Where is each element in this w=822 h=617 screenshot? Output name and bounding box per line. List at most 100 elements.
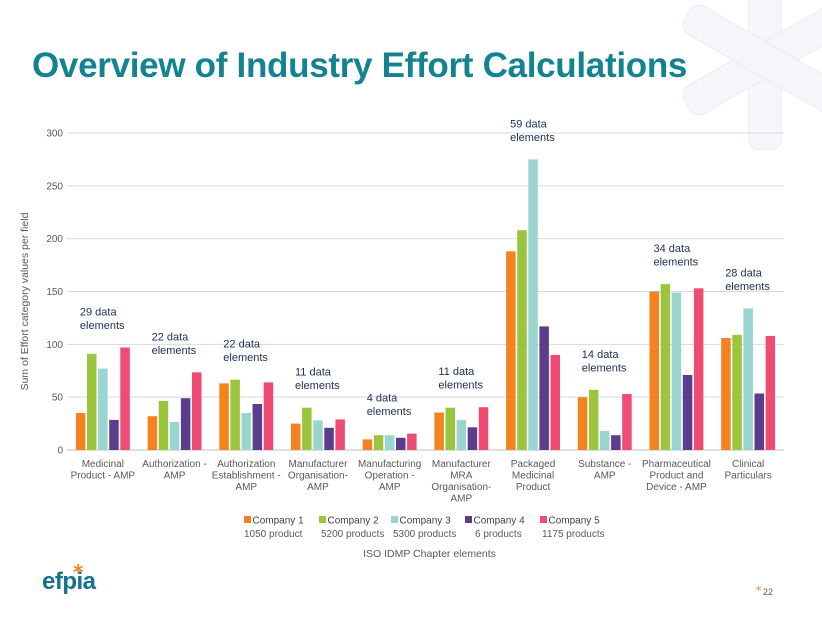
data-elements-annotation: 22 data: [152, 331, 190, 343]
bar-company-5: [765, 335, 776, 450]
bar-company-2: [517, 230, 527, 450]
x-tick-label: Clinical: [732, 459, 764, 470]
bar-company-5: [192, 372, 202, 450]
bar-company-1: [75, 413, 86, 450]
bar-company-1: [147, 416, 158, 450]
data-elements-annotation: elements: [152, 345, 197, 357]
data-elements-annotation: elements: [725, 281, 770, 293]
x-tick-label: Operation -: [365, 471, 415, 482]
legend-product-count: 1050 product: [244, 529, 303, 540]
bar-company-5: [407, 433, 417, 450]
bar-company-1: [649, 291, 659, 450]
x-tick-label: Packaged: [511, 459, 555, 470]
legend-label: Company 3: [400, 516, 452, 527]
bar-company-2: [302, 407, 312, 450]
data-elements-annotation: 34 data: [654, 243, 692, 255]
x-tick-label: Authorization: [217, 459, 275, 470]
y-axis-label: Sum of Effort category values per field: [19, 212, 31, 390]
legend-label: Company 2: [328, 516, 380, 527]
bar-company-1: [506, 251, 516, 450]
x-tick-label: MRA: [450, 471, 473, 482]
bar-company-4: [467, 427, 478, 450]
legend-product-count: 1175 products: [542, 529, 605, 540]
bar-company-3: [600, 431, 610, 450]
bar-company-1: [362, 439, 373, 450]
x-tick-label: AMP: [164, 471, 186, 482]
bar-company-3: [743, 308, 753, 450]
x-tick-label: Organisation-: [431, 482, 491, 493]
bar-company-2: [588, 389, 599, 450]
bar-company-4: [324, 427, 334, 450]
bar-company-5: [622, 394, 632, 450]
legend-label: Company 1: [253, 516, 305, 527]
x-tick-label: AMP: [307, 482, 329, 493]
legend-product-count: 5200 products: [321, 529, 384, 540]
x-tick-label: Product - AMP: [71, 471, 136, 482]
bar-company-1: [434, 412, 444, 450]
data-elements-annotation: elements: [654, 257, 699, 269]
legend-label: Company 5: [549, 516, 601, 527]
data-elements-annotation: 28 data: [725, 267, 763, 279]
legend-swatch: [319, 516, 326, 523]
bar-company-3: [671, 292, 682, 450]
bar-company-2: [158, 400, 169, 450]
bar-company-5: [693, 288, 704, 450]
bar-company-4: [539, 326, 549, 450]
page-number: 22: [763, 587, 774, 597]
logo-asterisk-icon: *: [73, 560, 84, 584]
bar-company-1: [291, 423, 301, 450]
bar-company-3: [241, 413, 251, 450]
data-elements-annotation: 22 data: [223, 339, 261, 351]
y-tick-label: 100: [46, 340, 63, 351]
legend-swatch: [244, 516, 251, 523]
x-tick-label: Authorization -: [142, 459, 206, 470]
bar-chart: 0 50 100 150 200 250 300 Sum of Effort category…: [19, 118, 784, 560]
x-tick-label: Manufacturing: [358, 459, 421, 470]
bar-company-4: [396, 437, 406, 450]
legend-product-count: 6 products: [475, 529, 522, 540]
x-tick-label: Manufacturer: [288, 459, 348, 470]
bar-company-1: [219, 383, 229, 450]
y-tick-label: 250: [46, 181, 63, 192]
bar-company-5: [478, 407, 489, 450]
bar-company-4: [754, 393, 764, 450]
bar-company-2: [732, 334, 742, 450]
bar-company-1: [577, 397, 588, 450]
bar-company-2: [373, 435, 384, 450]
x-tick-label: Substance -: [578, 459, 631, 470]
data-elements-annotation: 29 data: [80, 307, 118, 319]
x-tick-label: Particulars: [725, 471, 772, 482]
bar-company-4: [682, 375, 693, 450]
data-elements-annotation: 59 data: [510, 118, 548, 130]
y-tick-label: 150: [46, 287, 63, 298]
y-tick-label: 50: [52, 393, 64, 404]
legend-label: Company 4: [474, 516, 526, 527]
bar-company-3: [313, 420, 323, 450]
bar-company-1: [721, 338, 731, 450]
x-tick-label: Establishment -: [212, 471, 281, 482]
bar-company-4: [180, 398, 191, 450]
bar-company-5: [120, 347, 130, 450]
x-tick-label: Product and: [649, 471, 703, 482]
bar-company-3: [384, 435, 395, 450]
legend-product-count: 5300 products: [393, 529, 456, 540]
page-asterisk-icon: *: [756, 584, 762, 597]
bar-company-2: [660, 284, 671, 450]
efpia-logo: efpia: [42, 568, 96, 595]
x-axis-label: ISO IDMP Chapter elements: [363, 548, 496, 560]
y-tick-label: 200: [46, 234, 63, 245]
data-elements-annotation: 4 data: [367, 393, 398, 405]
legend-swatch: [391, 516, 398, 523]
bar-company-3: [456, 419, 467, 450]
bar-company-5: [335, 419, 345, 450]
x-tick-label: Device - AMP: [646, 482, 707, 493]
data-elements-annotation: 11 data: [295, 367, 332, 379]
bar-company-3: [98, 368, 108, 450]
x-tick-label: AMP: [451, 494, 473, 505]
bar-company-3: [169, 422, 180, 450]
data-elements-annotation: 14 data: [582, 349, 620, 361]
bar-company-4: [611, 435, 621, 450]
data-elements-annotation: elements: [510, 132, 555, 144]
bar-company-2: [445, 407, 455, 450]
bar-company-3: [528, 159, 538, 450]
